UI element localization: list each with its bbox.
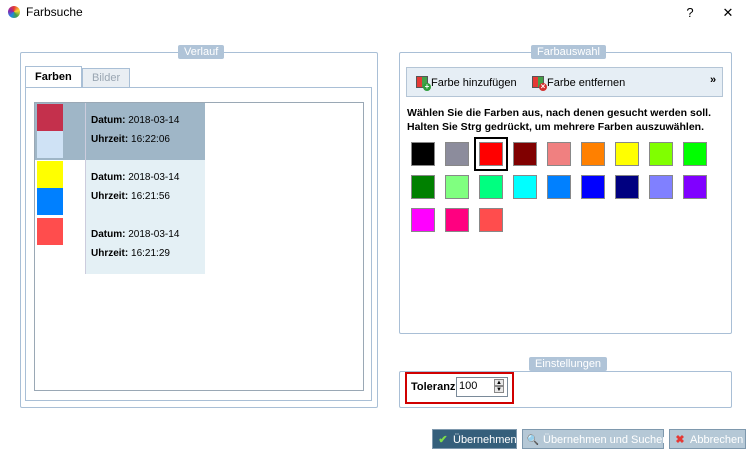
- history-entry[interactable]: Datum: 2018-03-14 Uhrzeit: 16:21:56: [35, 160, 205, 218]
- palette-color-15[interactable]: [615, 175, 639, 199]
- palette-color-10[interactable]: [445, 175, 469, 199]
- entry-color-swatch: [37, 161, 63, 188]
- tolerance-stepper[interactable]: 100 ▲ ▼: [456, 377, 508, 397]
- cancel-label: Abbrechen: [690, 434, 744, 446]
- history-entry[interactable]: Datum: 2018-03-14 Uhrzeit: 16:21:29: [35, 217, 205, 275]
- search-icon: 🔍: [526, 435, 540, 446]
- close-button[interactable]: ✕: [708, 2, 748, 24]
- instruction-line-1: Wählen Sie die Farben aus, nach denen ge…: [407, 107, 711, 119]
- palette-color-11[interactable]: [479, 175, 503, 199]
- entry-date: Datum: 2018-03-14: [91, 115, 180, 126]
- remove-color-icon: ×: [532, 76, 547, 91]
- add-color-icon: +: [416, 76, 431, 91]
- entry-time: Uhrzeit: 16:22:06: [91, 134, 170, 145]
- apply-and-search-button[interactable]: 🔍 Übernehmen und Suchen: [522, 429, 668, 449]
- settings-group-title: Einstellungen: [529, 357, 608, 371]
- entry-date: Datum: 2018-03-14: [91, 172, 180, 183]
- entry-color-swatch: [37, 131, 63, 158]
- palette-color-0[interactable]: [411, 142, 435, 166]
- palette-color-18[interactable]: [411, 208, 435, 232]
- color-palette: [411, 137, 721, 242]
- apply-label: Übernehmen: [453, 434, 517, 446]
- palette-color-1[interactable]: [445, 142, 469, 166]
- toolbar-overflow-button[interactable]: »: [710, 74, 716, 86]
- color-wheel-icon: [8, 6, 20, 18]
- apply-and-search-label: Übernehmen und Suchen: [543, 434, 669, 446]
- history-list[interactable]: Datum: 2018-03-14 Uhrzeit: 16:22:06 Datum:…: [34, 102, 364, 391]
- color-selection-group-title: Farbauswahl: [531, 45, 606, 59]
- entry-swatches: [35, 160, 86, 217]
- entry-color-swatch: [37, 188, 63, 215]
- tolerance-value[interactable]: 100: [459, 380, 477, 392]
- tab-images[interactable]: Bilder: [82, 68, 131, 87]
- palette-color-3[interactable]: [513, 142, 537, 166]
- tolerance-highlight: Toleranz: 100 ▲ ▼: [405, 372, 514, 404]
- remove-color-label: Farbe entfernen: [547, 77, 626, 89]
- palette-color-5[interactable]: [581, 142, 605, 166]
- palette-color-4[interactable]: [547, 142, 571, 166]
- cancel-icon: ✖: [675, 434, 685, 446]
- instruction-line-2: Halten Sie Strg gedrückt, um mehrere Far…: [407, 121, 704, 133]
- entry-date: Datum: 2018-03-14: [91, 229, 180, 240]
- palette-color-9[interactable]: [411, 175, 435, 199]
- palette-color-17[interactable]: [683, 175, 707, 199]
- palette-color-14[interactable]: [581, 175, 605, 199]
- palette-color-8[interactable]: [683, 142, 707, 166]
- palette-color-6[interactable]: [615, 142, 639, 166]
- palette-color-19[interactable]: [445, 208, 469, 232]
- checkmark-icon: ✔: [438, 434, 448, 446]
- title-bar: Farbsuche ? ✕: [0, 0, 750, 26]
- entry-time: Uhrzeit: 16:21:56: [91, 191, 170, 202]
- add-color-label: Farbe hinzufügen: [431, 77, 517, 89]
- palette-color-20[interactable]: [479, 208, 503, 232]
- cancel-button[interactable]: ✖ Abbrechen: [669, 429, 746, 449]
- history-group-title: Verlauf: [178, 45, 225, 59]
- entry-time: Uhrzeit: 16:21:29: [91, 248, 170, 259]
- palette-color-7[interactable]: [649, 142, 673, 166]
- remove-color-button[interactable]: × Farbe entfernen: [532, 76, 626, 91]
- apply-button[interactable]: ✔ Übernehmen: [432, 429, 517, 449]
- palette-color-16[interactable]: [649, 175, 673, 199]
- history-entry[interactable]: Datum: 2018-03-14 Uhrzeit: 16:22:06: [35, 103, 205, 161]
- palette-color-2[interactable]: [474, 137, 508, 171]
- palette-color-12[interactable]: [513, 175, 537, 199]
- tolerance-label: Toleranz:: [411, 381, 460, 393]
- entry-swatches: [35, 103, 86, 160]
- spin-down-icon[interactable]: ▼: [494, 386, 504, 393]
- add-color-button[interactable]: + Farbe hinzufügen: [416, 76, 517, 91]
- tab-colors[interactable]: Farben: [25, 66, 82, 87]
- color-toolbar: + Farbe hinzufügen × Farbe entfernen »: [406, 67, 723, 97]
- entry-color-swatch: [37, 218, 63, 245]
- window-title: Farbsuche: [26, 5, 83, 19]
- spin-up-icon[interactable]: ▲: [494, 379, 504, 386]
- palette-color-13[interactable]: [547, 175, 571, 199]
- entry-color-swatch: [37, 104, 63, 131]
- help-button[interactable]: ?: [670, 2, 710, 24]
- entry-swatches: [35, 217, 86, 274]
